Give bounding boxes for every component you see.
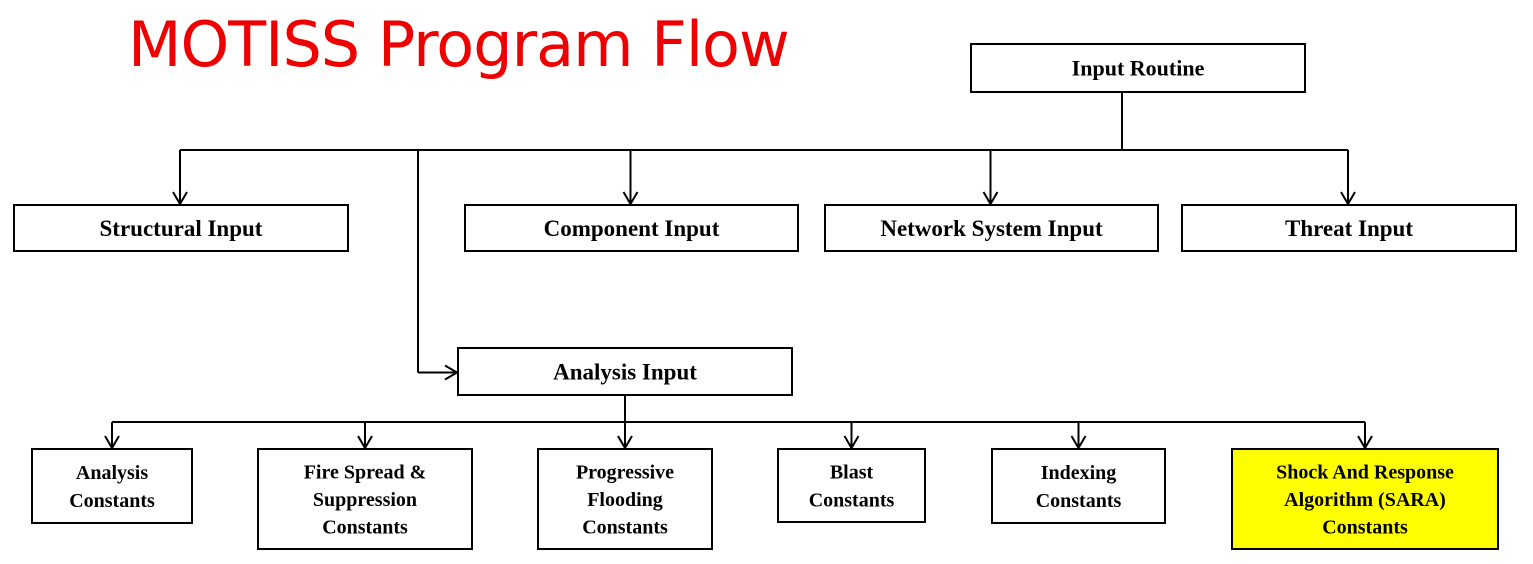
box-label: Network System Input [880,216,1103,241]
blast-constants-box: Blast Constants [777,448,926,523]
box-label: Constants [582,517,668,539]
progressive-flooding-constants-box: Progressive Flooding Constants [537,448,713,550]
input-routine-box: Input Routine [970,43,1306,93]
box-label: Shock And Response [1276,461,1454,483]
threat-input-box: Threat Input [1181,204,1517,252]
analysis-constants-box: Analysis Constants [31,448,193,524]
box-label: Flooding [587,489,663,511]
box-label: Threat Input [1285,216,1413,241]
analysis-input-box: Analysis Input [457,347,793,396]
box-frame [991,448,1166,524]
box-label: Component Input [544,216,720,241]
box-label: Indexing [1041,462,1117,484]
box-label: Analysis Input [553,360,697,385]
box-frame [31,448,193,524]
component-input-box: Component Input [464,204,799,252]
structural-input-box: Structural Input [13,204,349,252]
boxes: Input Routine Structural Input Component I… [13,43,1517,550]
box-label: Analysis [76,462,148,484]
box-label: Progressive [576,461,674,483]
box-label: Constants [1322,517,1408,539]
box-label: Structural Input [100,216,263,241]
box-label: Input Routine [1072,56,1205,81]
box-label: Suppression [313,489,417,511]
box-label: Blast [830,462,874,484]
network-system-input-box: Network System Input [824,204,1159,252]
box-label: Fire Spread & [304,461,427,483]
box-label: Constants [69,490,155,512]
flow-diagram: Input Routine Structural Input Component I… [13,43,1517,550]
box-label: Constants [322,517,408,539]
box-label: Algorithm (SARA) [1284,489,1446,511]
indexing-constants-box: Indexing Constants [991,448,1166,524]
fire-spread-constants-box: Fire Spread & Suppression Constants [257,448,473,550]
sara-constants-box: Shock And Response Algorithm (SARA) Consta… [1231,448,1499,550]
box-label: Constants [1036,490,1122,512]
box-label: Constants [809,489,895,511]
